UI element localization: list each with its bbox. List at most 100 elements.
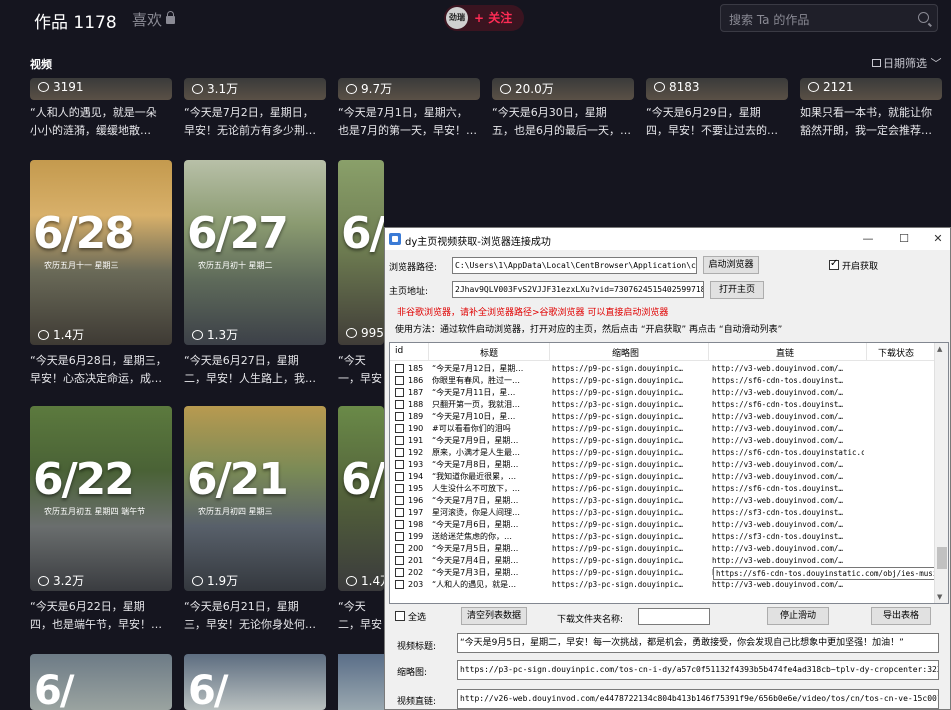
col-title[interactable]: 标题	[480, 346, 498, 359]
video-card[interactable]: 6/28 农历五月十一 星期三 1.4万 “今天是6月28日，星期三， 早安！心态决定命…	[30, 160, 172, 400]
col-thumbnail[interactable]: 缩略图	[612, 346, 639, 359]
video-description[interactable]: “今天是7月2日，星期日， 早安！无论前方有多少荆…	[184, 104, 326, 140]
row-checkbox[interactable]	[395, 376, 404, 385]
homepage-field[interactable]: 2Jhav9QLV003FvS2VJJF31ezxLXu?vid=7307624…	[452, 281, 704, 298]
video-card-thumb[interactable]: 6/	[184, 654, 326, 710]
minimize-button[interactable]: —	[859, 231, 877, 247]
table-row[interactable]: 195 人生没什么不可放下，… https://p6-pc-sign.douyinp…	[390, 483, 936, 494]
video-card[interactable]: 6/26 9952 “今天一，早安	[338, 160, 384, 400]
video-card-thumb[interactable]: 6/22 农历五月初五 星期四 端午节 3.2万	[30, 406, 172, 591]
table-row[interactable]: 200 “今天是7月5日，星期… https://p9-pc-sign.douyin…	[390, 543, 936, 554]
table-row[interactable]: 189 “今天是7月10日，星… https://p9-pc-sign.douyin…	[390, 411, 936, 422]
export-table-button[interactable]: 导出表格	[871, 607, 931, 625]
video-description[interactable]: “今天是6月30日，星期 五，也是6月的最后一天，…	[492, 104, 634, 140]
table-row[interactable]: 197 星河滚烫，你是人间理… https://p3-pc-sign.douyinp…	[390, 507, 936, 518]
maximize-button[interactable]: ☐	[895, 231, 913, 247]
video-card[interactable]: 6/21 农历五月初四 星期三 1.9万 “今天是6月21日，星期 三，早安！无论你身处…	[184, 406, 326, 646]
table-row[interactable]: 203 “人和人的遇见，就是… https://p3-pc-sign.douyinp…	[390, 579, 936, 590]
col-id[interactable]: id	[395, 346, 403, 356]
video-description[interactable]: “今天是6月29日，星期 四，早安！不要让过去的…	[646, 104, 788, 140]
video-card[interactable]: 3.1万 “今天是7月2日，星期日， 早安！无论前方有多少荆…	[184, 78, 326, 148]
row-checkbox[interactable]	[395, 388, 404, 397]
video-card-thumb[interactable]: 6/	[30, 654, 172, 710]
select-all-checkbox[interactable]	[395, 611, 405, 621]
scroll-down-icon[interactable]: ▼	[937, 593, 942, 601]
video-description[interactable]: “今天是6月22日，星期 四，也是端午节，早安！…	[30, 598, 172, 634]
row-checkbox[interactable]	[395, 508, 404, 517]
video-card-thumb[interactable]	[338, 654, 384, 710]
list-scrollbar[interactable]: ▲ ▼	[934, 343, 948, 603]
clear-list-button[interactable]: 清空列表数据	[461, 607, 527, 625]
open-homepage-button[interactable]: 打开主页	[710, 281, 764, 299]
video-description[interactable]: “今天是6月28日，星期三， 早安！心态决定命运，成…	[30, 352, 172, 388]
col-link[interactable]: 直链	[776, 346, 794, 359]
follow-button[interactable]: + 关注	[474, 9, 512, 26]
video-card[interactable]: 6/22 农历五月初五 星期四 端午节 3.2万 “今天是6月22日，星期 四，也是端午…	[30, 406, 172, 646]
row-checkbox[interactable]	[395, 580, 404, 589]
auto-fetch-checkbox[interactable]	[829, 258, 839, 270]
video-card-thumb[interactable]: 6/1.4万	[338, 406, 384, 591]
row-checkbox[interactable]	[395, 532, 404, 541]
video-card-thumb[interactable]: 6/28 农历五月十一 星期三 1.4万	[30, 160, 172, 345]
table-row[interactable]: 192 原来，小满才是人生最… https://p9-pc-sign.douyinp…	[390, 447, 936, 458]
video-card[interactable]: 9.7万 “今天是7月1日，星期六， 也是7月的第一天，早安！…	[338, 78, 480, 148]
launch-browser-button[interactable]: 启动浏览器	[703, 256, 759, 274]
video-card-thumb[interactable]: 6/21 农历五月初四 星期三 1.9万	[184, 406, 326, 591]
row-checkbox[interactable]	[395, 424, 404, 433]
video-description[interactable]: “今天 一，早安	[338, 352, 384, 388]
video-card[interactable]: 2121 如果只看一本书，就能让你 豁然开朗，我一定会推荐…	[800, 78, 942, 148]
download-folder-field[interactable]	[638, 608, 710, 625]
scroll-up-icon[interactable]: ▲	[937, 345, 942, 353]
table-row[interactable]: 198 “今天是7月6日，星期… https://p9-pc-sign.douyin…	[390, 519, 936, 530]
row-checkbox[interactable]	[395, 436, 404, 445]
row-checkbox[interactable]	[395, 400, 404, 409]
row-checkbox[interactable]	[395, 364, 404, 373]
stop-scroll-button[interactable]: 停止滑动	[767, 607, 829, 625]
video-description[interactable]: “今天 二，早安	[338, 598, 384, 634]
row-checkbox[interactable]	[395, 544, 404, 553]
video-list[interactable]: id 标题 缩略图 直链 下载状态 185 “今天是7月12日，星期… https:…	[389, 342, 949, 604]
video-description[interactable]: “今天是7月1日，星期六， 也是7月的第一天，早安！…	[338, 104, 480, 140]
table-row[interactable]: 188 只翻开第一页，我就泪… https://p3-pc-sign.douyinp…	[390, 399, 936, 410]
row-checkbox[interactable]	[395, 472, 404, 481]
video-description[interactable]: “人和人的遇见，就是一朵 小小的涟漪，缓缓地散…	[30, 104, 172, 140]
video-card[interactable]: 3191 “人和人的遇见，就是一朵 小小的涟漪，缓缓地散…	[30, 78, 172, 148]
row-checkbox[interactable]	[395, 460, 404, 469]
table-row[interactable]: 196 “今天是7月7日，星期… https://p3-pc-sign.douyin…	[390, 495, 936, 506]
row-checkbox[interactable]	[395, 412, 404, 421]
close-button[interactable]: ✕	[929, 231, 947, 247]
thumbnail-field[interactable]: https://p3-pc-sign.douyinpic.com/tos-cn-…	[457, 660, 939, 680]
video-description[interactable]: 如果只看一本书，就能让你 豁然开朗，我一定会推荐…	[800, 104, 942, 140]
video-description[interactable]: “今天是6月27日，星期 二，早安！人生路上，我…	[184, 352, 326, 388]
video-card-thumb[interactable]: 6/27 农历五月初十 星期二 1.3万	[184, 160, 326, 345]
table-row[interactable]: 187 “今天是7月11日，星… https://p9-pc-sign.douyin…	[390, 387, 936, 398]
video-card-thumb[interactable]: 6/26 9952	[338, 160, 384, 345]
row-checkbox[interactable]	[395, 448, 404, 457]
video-card[interactable]: 6/27 农历五月初十 星期二 1.3万 “今天是6月27日，星期 二，早安！人生路上，…	[184, 160, 326, 400]
row-checkbox[interactable]	[395, 520, 404, 529]
video-card[interactable]: 6/1.4万 “今天二，早安	[338, 406, 384, 646]
avatar[interactable]: 劲瑞	[446, 7, 468, 29]
search-input[interactable]: 搜索 Ta 的作品	[720, 4, 938, 32]
col-download-status[interactable]: 下载状态	[878, 346, 914, 359]
video-card[interactable]: 8183 “今天是6月29日，星期 四，早安！不要让过去的…	[646, 78, 788, 148]
table-row[interactable]: 199 送给迷茫焦虑的你，… https://p3-pc-sign.douyinpi…	[390, 531, 936, 542]
table-row[interactable]: 191 “今天是7月9日，星期… https://p9-pc-sign.douyin…	[390, 435, 936, 446]
table-row[interactable]: 190 #可以看看你们的泪吗 https://p9-pc-sign.douyinpi…	[390, 423, 936, 434]
row-checkbox[interactable]	[395, 484, 404, 493]
video-description[interactable]: “今天是6月21日，星期 三，早安！无论你身处何…	[184, 598, 326, 634]
likes-tab[interactable]: 喜欢	[132, 9, 176, 30]
table-row[interactable]: 186 你眼里有春风，胜过一… https://p9-pc-sign.douyinp…	[390, 375, 936, 386]
row-checkbox[interactable]	[395, 568, 404, 577]
works-tab[interactable]: 作品 1178	[34, 8, 117, 33]
video-card[interactable]: 20.0万 “今天是6月30日，星期 五，也是6月的最后一天，…	[492, 78, 634, 148]
table-row[interactable]: 201 “今天是7月4日，星期… https://p9-pc-sign.douyin…	[390, 555, 936, 566]
table-row[interactable]: 185 “今天是7月12日，星期… https://p9-pc-sign.douyi…	[390, 363, 936, 374]
search-icon[interactable]	[918, 12, 929, 23]
date-filter[interactable]: 日期筛选 ﹀	[872, 55, 942, 71]
row-checkbox[interactable]	[395, 556, 404, 565]
table-row[interactable]: 193 “今天是7月8日，星期… https://p9-pc-sign.douyin…	[390, 459, 936, 470]
scroll-thumb[interactable]	[937, 547, 947, 569]
video-title-field[interactable]: “今天是9月5日，星期二，早安！每一次挑战，都是机会，勇敢接受，你会发现自己比想…	[457, 633, 939, 653]
window-titlebar[interactable]: dy主页视频获取-浏览器连接成功 — ☐ ✕	[385, 228, 950, 250]
